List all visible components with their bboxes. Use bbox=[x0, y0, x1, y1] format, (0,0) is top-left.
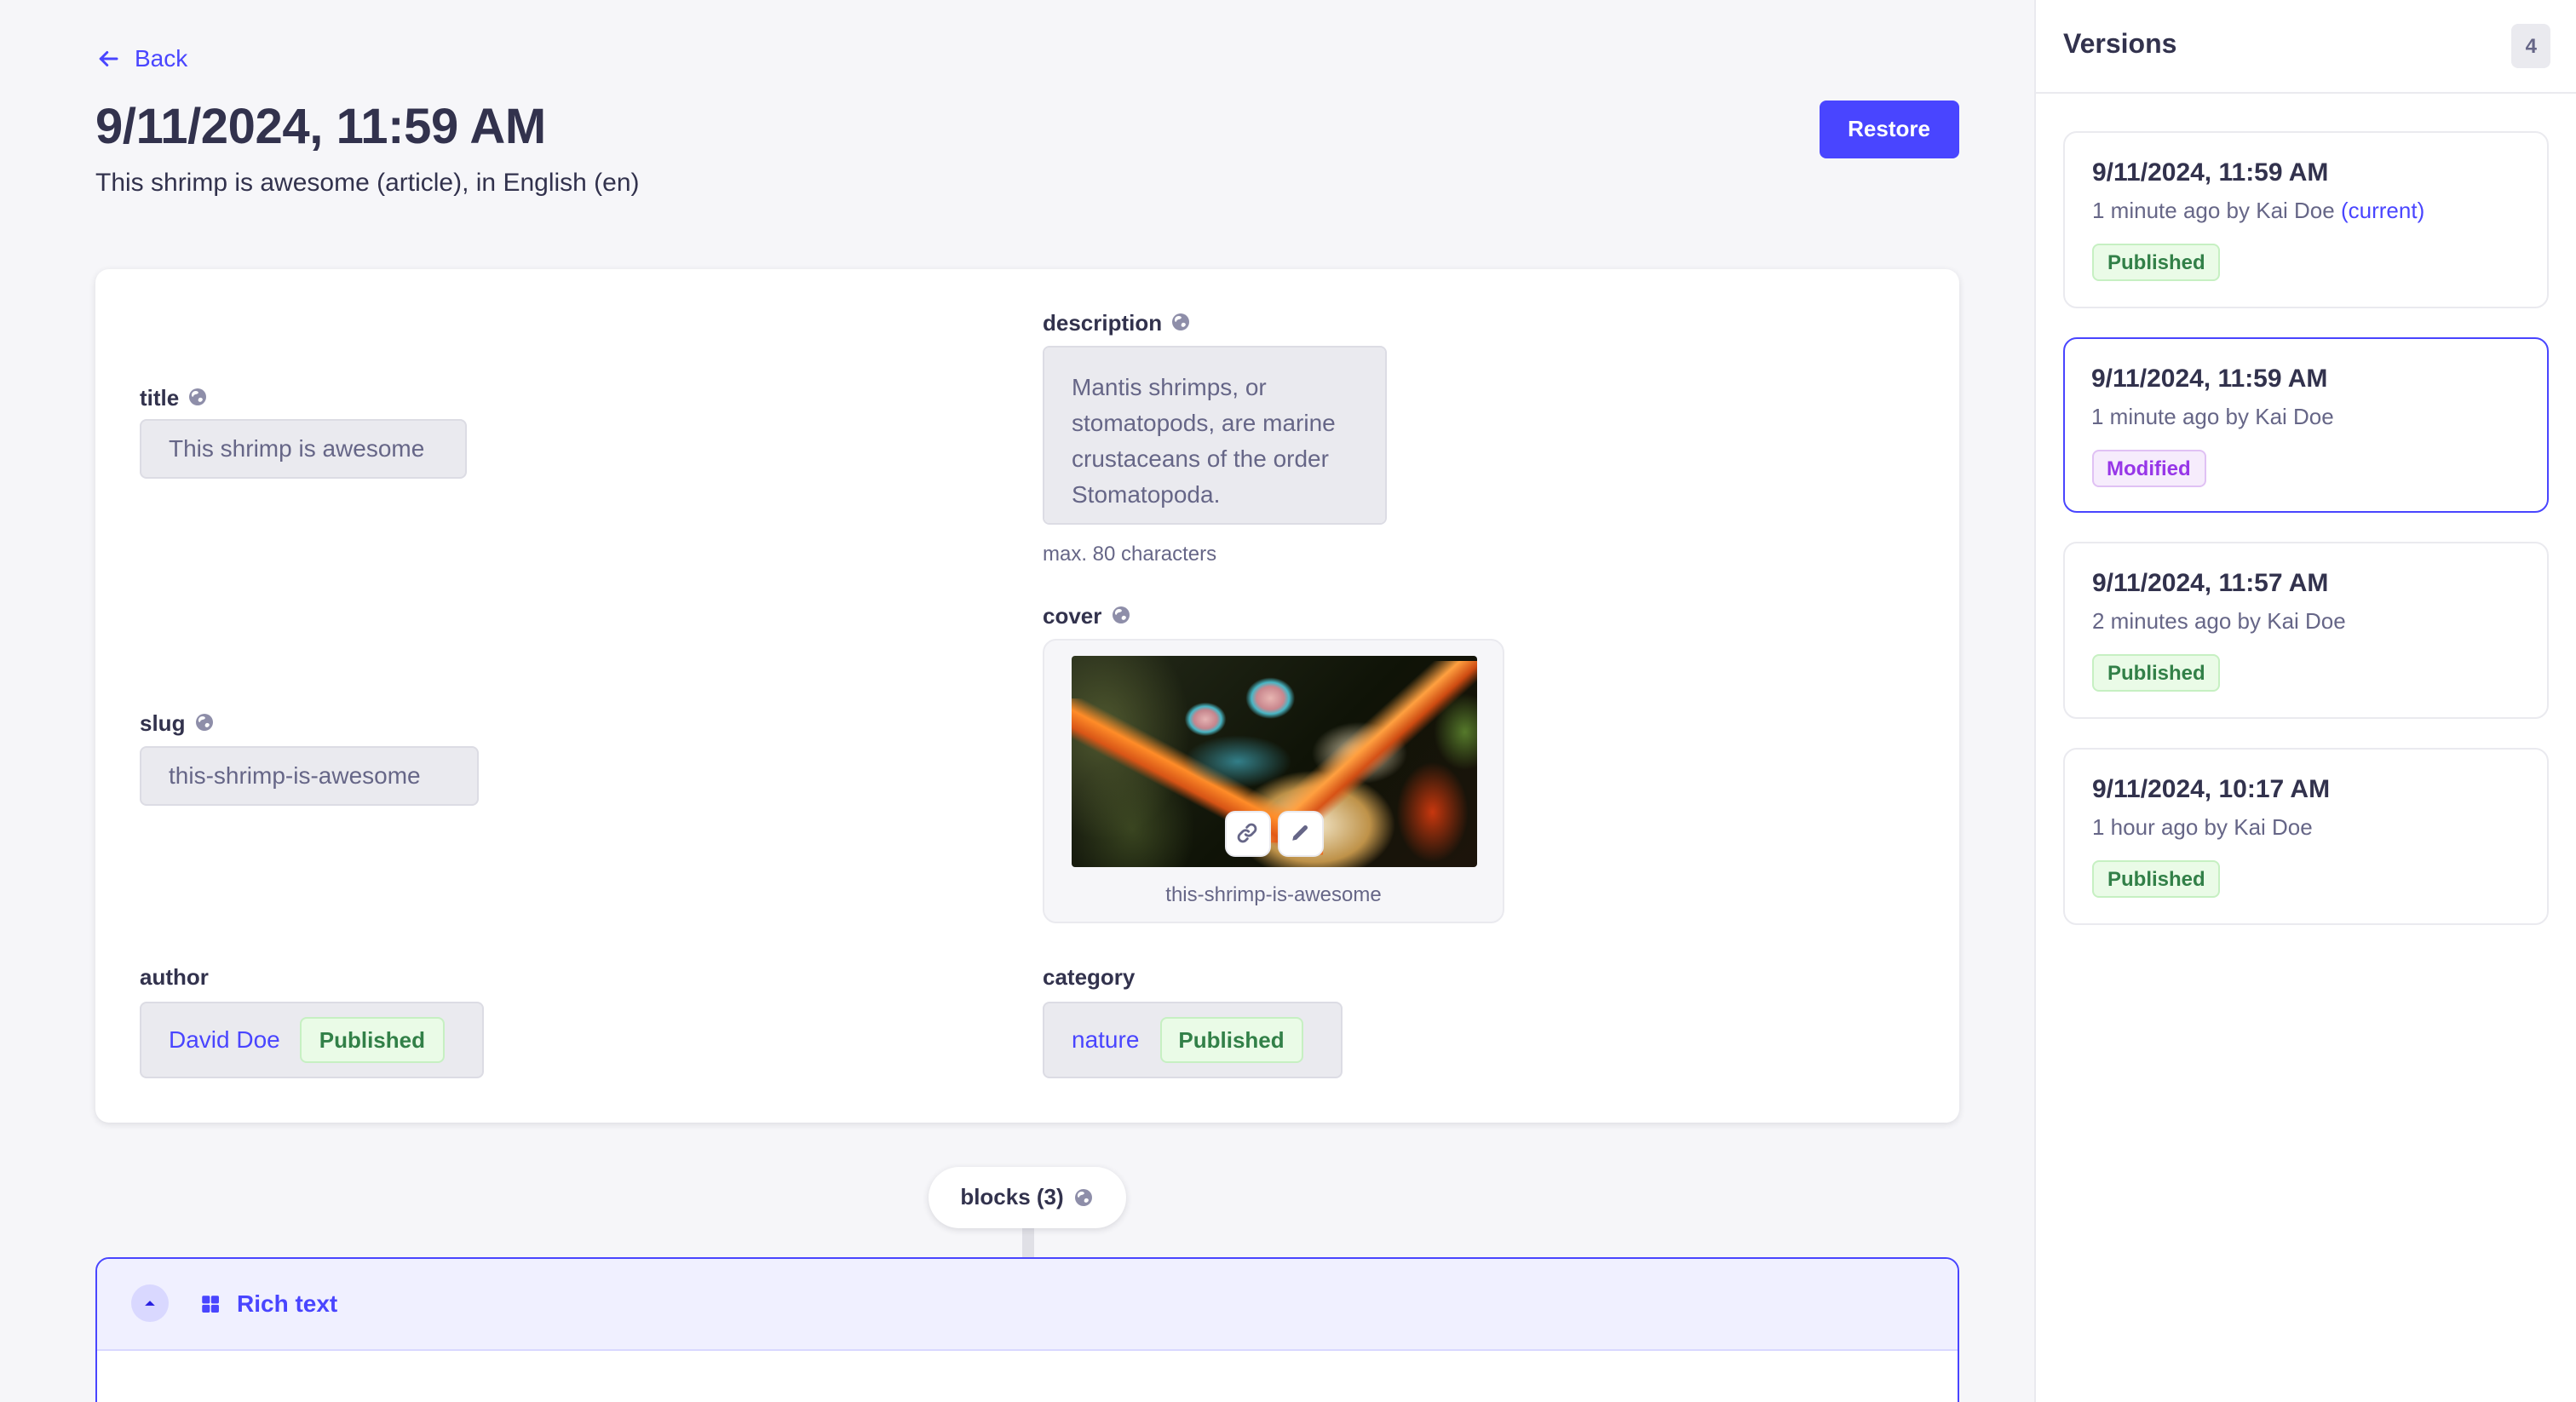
version-date: 9/11/2024, 11:59 AM bbox=[2091, 364, 2521, 393]
blocks-label: blocks (3) bbox=[960, 1184, 1063, 1210]
globe-icon bbox=[1170, 312, 1191, 332]
slug-label: slug bbox=[140, 710, 185, 735]
slug-input bbox=[140, 745, 479, 805]
copy-link-button[interactable] bbox=[1224, 810, 1270, 856]
page-title: 9/11/2024, 11:59 AM bbox=[95, 101, 546, 157]
rich-text-title: Rich text bbox=[237, 1290, 337, 1317]
author-link[interactable]: David Doe bbox=[169, 1026, 280, 1053]
globe-icon bbox=[1074, 1187, 1095, 1207]
version-date: 9/11/2024, 11:59 AM bbox=[2092, 158, 2520, 187]
cover-media-card: this-shrimp-is-awesome bbox=[1043, 638, 1504, 922]
pencil-icon bbox=[1288, 821, 1312, 845]
restore-button[interactable]: Restore bbox=[1819, 100, 1959, 158]
versions-title: Versions bbox=[2063, 31, 2176, 61]
back-label: Back bbox=[135, 44, 187, 72]
description-field: description Mantis shrimps, or stomatopo… bbox=[1043, 309, 1387, 565]
author-relation-box: David Doe Published bbox=[140, 1001, 484, 1077]
version-meta: 1 minute ago by Kai Doe bbox=[2091, 403, 2521, 428]
versions-count-badge: 4 bbox=[2512, 24, 2550, 68]
title-label: title bbox=[140, 384, 179, 410]
category-relation-box: nature Published bbox=[1043, 1001, 1343, 1077]
current-version-label: (current) bbox=[2341, 198, 2424, 223]
author-status-badge: Published bbox=[301, 1016, 444, 1062]
globe-icon bbox=[193, 712, 214, 733]
versions-header: Versions 4 bbox=[2036, 0, 2576, 94]
title-input bbox=[140, 418, 467, 478]
version-status-badge: Published bbox=[2092, 860, 2221, 898]
category-link[interactable]: nature bbox=[1072, 1026, 1139, 1053]
edit-image-button[interactable] bbox=[1277, 810, 1323, 856]
rich-text-block: Rich text body bbox=[95, 1256, 1959, 1402]
blocks-pill: blocks (3) bbox=[928, 1166, 1126, 1227]
chevron-up-icon bbox=[141, 1295, 158, 1312]
link-icon bbox=[1235, 821, 1259, 845]
category-field: category nature Published bbox=[1043, 963, 1343, 1077]
back-arrow-icon bbox=[95, 45, 121, 71]
version-card[interactable]: 9/11/2024, 11:59 AM 1 minute ago by Kai … bbox=[2063, 131, 2549, 308]
page-subtitle: This shrimp is awesome (article), in Eng… bbox=[95, 168, 1959, 197]
block-connector-line bbox=[1021, 1226, 1033, 1256]
back-link[interactable]: Back bbox=[95, 44, 187, 72]
version-status-badge: Published bbox=[2092, 244, 2221, 281]
version-meta: 1 hour ago by Kai Doe bbox=[2092, 814, 2520, 840]
version-history-page: Back 9/11/2024, 11:59 AM Restore This sh… bbox=[0, 0, 2576, 1402]
cover-field: cover this-shrimp-i bbox=[1043, 602, 1504, 922]
versions-sidebar: Versions 4 9/11/2024, 11:59 AM 1 minute … bbox=[2034, 0, 2576, 1402]
grid-icon bbox=[199, 1292, 221, 1314]
version-meta: 2 minutes ago by Kai Doe bbox=[2092, 608, 2520, 634]
cover-label: cover bbox=[1043, 602, 1101, 628]
cover-image bbox=[1071, 655, 1476, 866]
globe-icon bbox=[1110, 605, 1130, 625]
globe-icon bbox=[187, 387, 208, 407]
category-label: category bbox=[1043, 963, 1135, 989]
blocks-section: blocks (3) bbox=[95, 1166, 1959, 1256]
version-meta: 1 minute ago by Kai Doe (current) bbox=[2092, 198, 2520, 223]
rich-text-body: body bbox=[97, 1350, 1958, 1402]
version-card-selected[interactable]: 9/11/2024, 11:59 AM 1 minute ago by Kai … bbox=[2063, 337, 2549, 513]
title-field: title bbox=[140, 384, 467, 478]
rich-text-header: Rich text bbox=[97, 1258, 1958, 1350]
cover-filename: this-shrimp-is-awesome bbox=[1165, 882, 1381, 905]
description-hint: max. 80 characters bbox=[1043, 541, 1387, 565]
version-date: 9/11/2024, 10:17 AM bbox=[2092, 775, 2520, 804]
version-status-badge: Published bbox=[2092, 654, 2221, 692]
version-card[interactable]: 9/11/2024, 11:57 AM 2 minutes ago by Kai… bbox=[2063, 542, 2549, 719]
main-content: Back 9/11/2024, 11:59 AM Restore This sh… bbox=[0, 0, 2034, 1402]
version-card[interactable]: 9/11/2024, 10:17 AM 1 hour ago by Kai Do… bbox=[2063, 748, 2549, 925]
versions-list: 9/11/2024, 11:59 AM 1 minute ago by Kai … bbox=[2036, 94, 2576, 925]
category-status-badge: Published bbox=[1159, 1016, 1302, 1062]
version-date: 9/11/2024, 11:57 AM bbox=[2092, 569, 2520, 598]
author-field: author David Doe Published bbox=[140, 963, 484, 1077]
slug-field: slug bbox=[140, 710, 479, 805]
collapse-block-button[interactable] bbox=[131, 1284, 169, 1322]
description-label: description bbox=[1043, 309, 1162, 335]
version-status-badge: Modified bbox=[2091, 449, 2206, 486]
author-label: author bbox=[140, 963, 209, 989]
form-card: title description Mantis shrimps, or sto… bbox=[95, 268, 1959, 1122]
description-textarea: Mantis shrimps, or stomatopods, are mari… bbox=[1043, 345, 1387, 524]
